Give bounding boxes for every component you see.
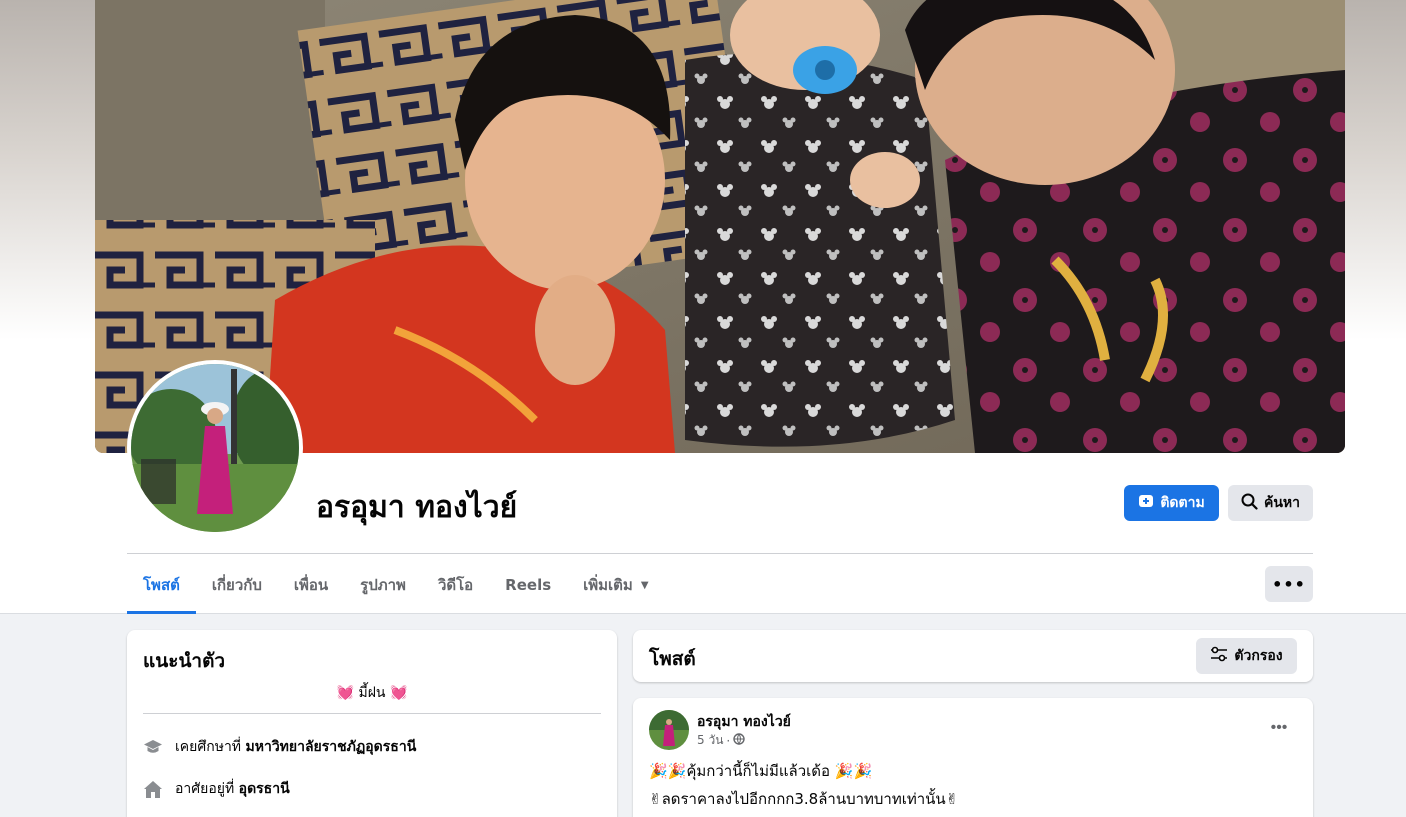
intro-card: แนะนำตัว 💓 มี้ฝน 💓 เคยศึกษาที่ มหาวิทยาล… bbox=[127, 630, 617, 817]
filter-button[interactable]: ตัวกรอง bbox=[1196, 638, 1297, 674]
tab-more[interactable]: เพิ่มเติม ▼ bbox=[567, 556, 664, 614]
avatar bbox=[131, 364, 299, 532]
post-options-button[interactable]: ••• bbox=[1261, 716, 1297, 740]
intro-title: แนะนำตัว bbox=[143, 650, 226, 672]
tab-photos[interactable]: รูปภาพ bbox=[344, 556, 422, 614]
intro-education: เคยศึกษาที่ มหาวิทยาลัยราชภัฏอุดรธานี bbox=[143, 736, 416, 758]
search-label: ค้นหา bbox=[1263, 495, 1301, 511]
tab-reels[interactable]: Reels bbox=[489, 556, 567, 614]
tab-about[interactable]: เกี่ยวกับ bbox=[196, 556, 278, 614]
home-icon bbox=[143, 779, 163, 799]
post-text-line-1: 🎉🎉คุ้มกว่านี้ก็ไม่มีแล้วเด้อ 🎉🎉 bbox=[649, 762, 873, 780]
profile-more-button[interactable]: ••• bbox=[1265, 566, 1313, 602]
caret-down-icon: ▼ bbox=[640, 579, 649, 591]
post-card: อรอุมา ทองไวย์ 5 วัน · ••• 🎉🎉คุ้มกว่านี้… bbox=[633, 698, 1313, 817]
intro-bio: 💓 มี้ฝน 💓 bbox=[336, 685, 408, 701]
tab-posts[interactable]: โพสต์ bbox=[127, 556, 196, 614]
location-link[interactable]: อุดรธานี bbox=[239, 781, 290, 797]
search-icon bbox=[1241, 493, 1258, 514]
follow-label: ติดตาม bbox=[1160, 495, 1205, 511]
filter-label: ตัวกรอง bbox=[1234, 648, 1283, 664]
post-meta: 5 วัน · bbox=[697, 731, 745, 750]
post-text-line-2: ✌ลดราคาลงไปอีกกกก3.8ล้านบาทบาทเท่านั้น✌ bbox=[649, 790, 959, 808]
posts-header-card: โพสต์ ตัวกรอง bbox=[633, 630, 1313, 682]
tab-videos[interactable]: วิดีโอ bbox=[422, 556, 489, 614]
cover-photo-image bbox=[95, 0, 1345, 453]
profile-header: อรอุมา ทองไวย์ ติดตาม ค้นหา โพสต์ เกี่ยว… bbox=[0, 0, 1406, 614]
profile-tabs: โพสต์ เกี่ยวกับ เพื่อน รูปภาพ วิดีโอ Ree… bbox=[127, 556, 665, 614]
education-place-link[interactable]: มหาวิทยาลัยราชภัฏอุดรธานี bbox=[246, 739, 417, 755]
follow-button[interactable]: ติดตาม bbox=[1124, 485, 1219, 521]
globe-icon bbox=[733, 733, 745, 748]
add-friend-icon bbox=[1138, 493, 1154, 513]
profile-avatar[interactable] bbox=[127, 360, 303, 536]
post-author-name[interactable]: อรอุมา ทองไวย์ bbox=[697, 711, 791, 733]
post-time[interactable]: 5 วัน bbox=[697, 731, 723, 750]
header-divider bbox=[127, 553, 1313, 554]
post-author-avatar[interactable] bbox=[649, 710, 689, 750]
profile-name: อรอุมา ทองไวย์ bbox=[316, 490, 518, 525]
intro-location: อาศัยอยู่ที่ อุดรธานี bbox=[143, 778, 290, 800]
cover-photo[interactable] bbox=[95, 0, 1345, 453]
intro-divider bbox=[143, 713, 601, 714]
graduation-cap-icon bbox=[143, 737, 163, 757]
search-button[interactable]: ค้นหา bbox=[1228, 485, 1313, 521]
sliders-icon bbox=[1210, 646, 1228, 666]
tab-friends[interactable]: เพื่อน bbox=[278, 556, 344, 614]
posts-title: โพสต์ bbox=[649, 648, 696, 670]
